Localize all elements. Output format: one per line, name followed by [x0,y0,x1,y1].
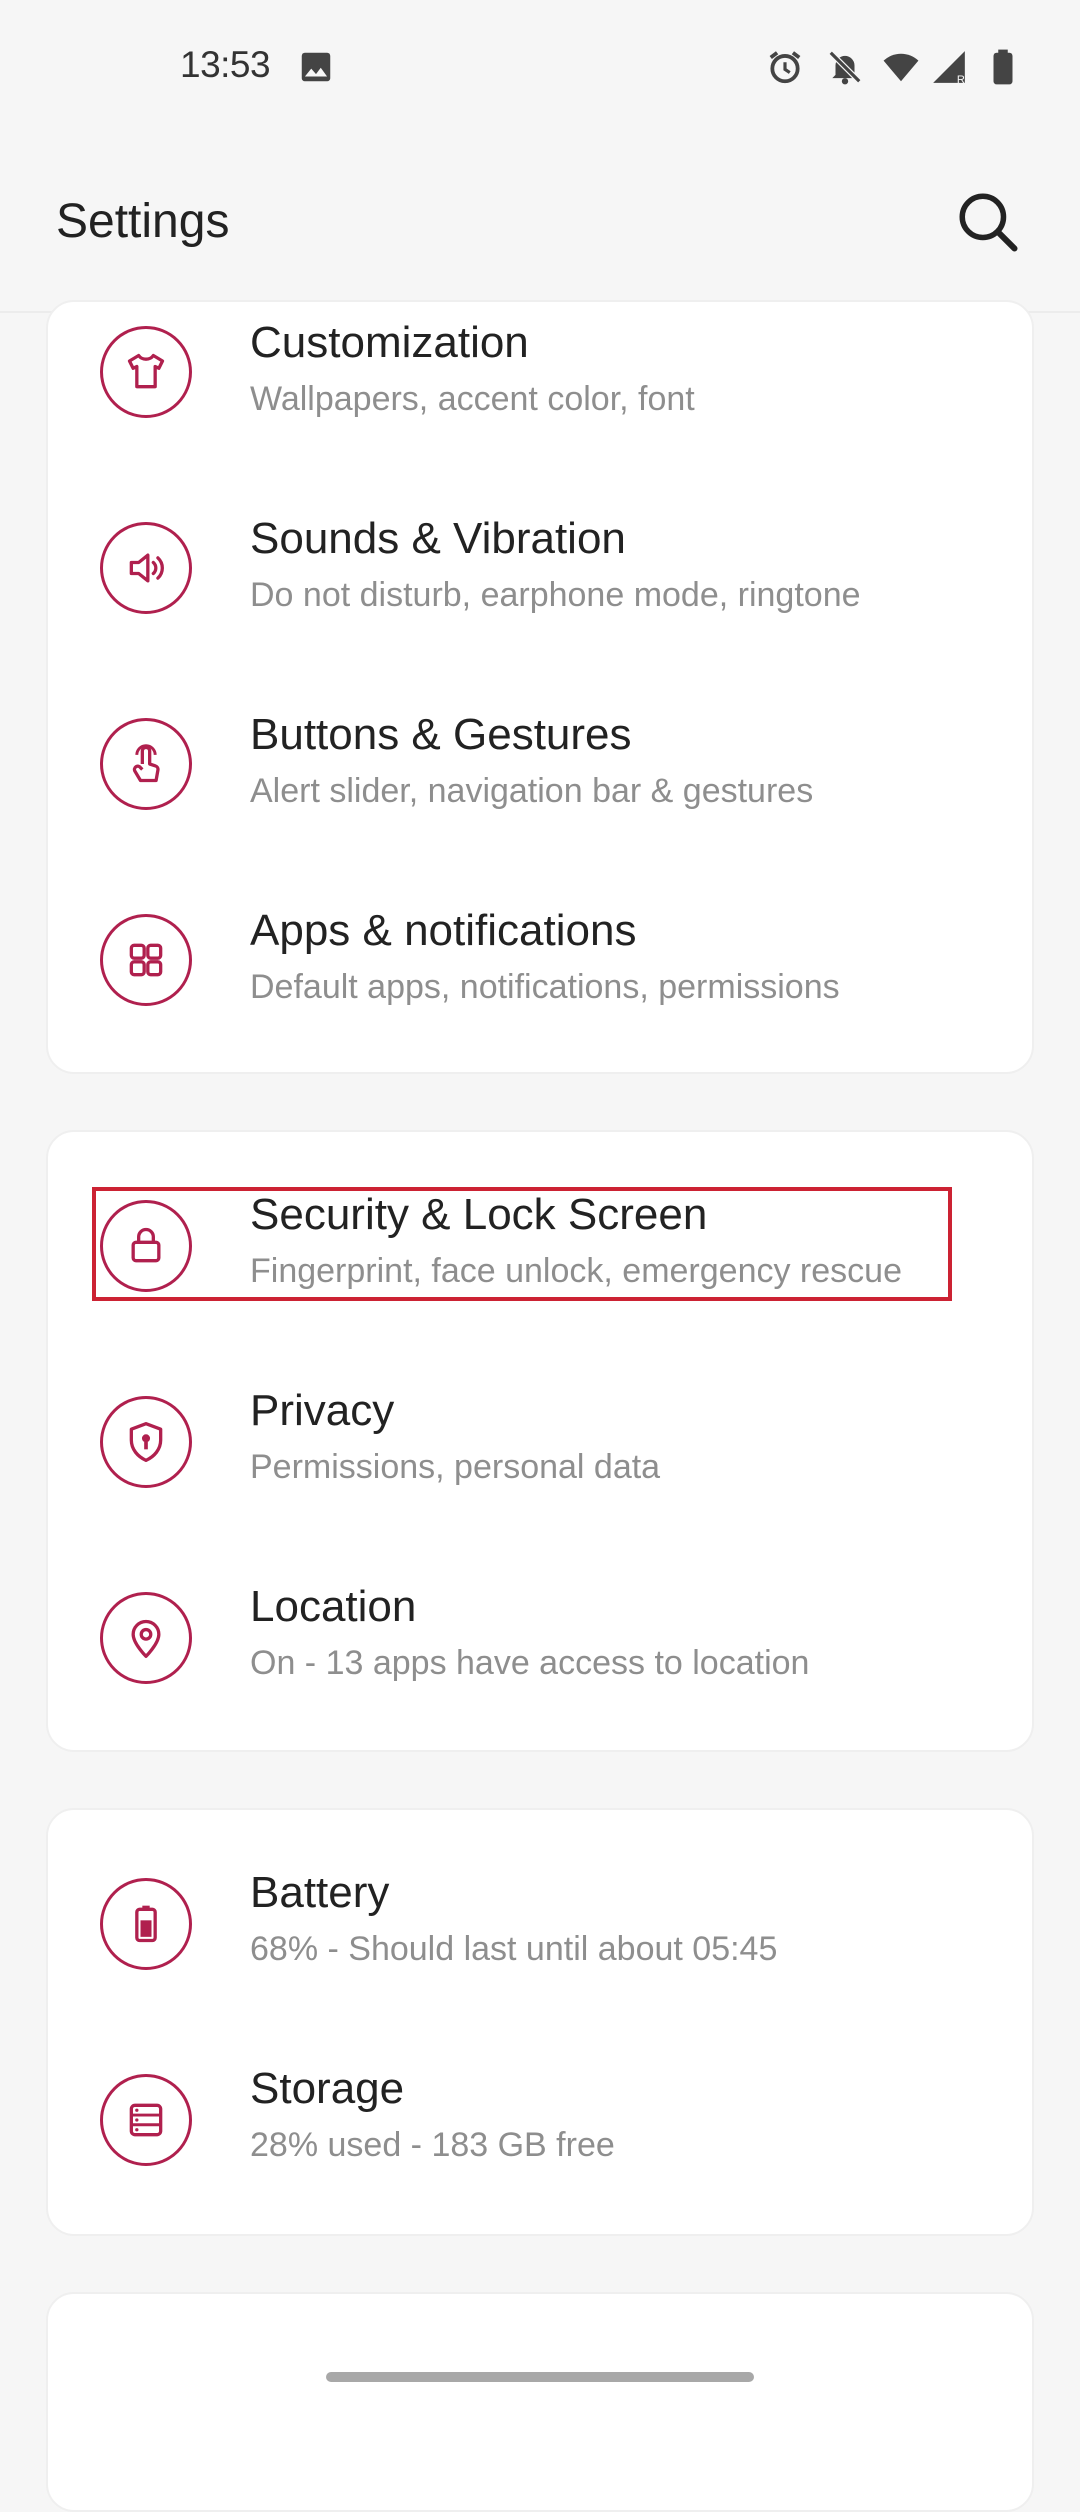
image-icon [297,48,335,86]
battery-status-icon [984,48,1022,86]
settings-item-sounds[interactable]: Sounds & Vibration Do not disturb, earph… [48,498,1032,694]
item-subtitle: Default apps, notifications, permissions [250,968,840,1006]
settings-item-storage[interactable]: Storage 28% used - 183 GB free [48,2006,1032,2202]
home-indicator[interactable] [326,2372,754,2382]
wifi-icon [882,48,920,86]
search-button[interactable] [954,188,1020,254]
gesture-icon [100,718,192,810]
item-title: Privacy [250,1386,395,1435]
location-pin-icon [100,1592,192,1684]
settings-section-3: Battery 68% - Should last until about 05… [46,1808,1034,2236]
alarm-icon [766,48,804,86]
shirt-icon [100,326,192,418]
page-title: Settings [56,195,230,248]
item-subtitle: Do not disturb, earphone mode, ringtone [250,576,861,614]
settings-item-location[interactable]: Location On - 13 apps have access to loc… [48,1524,1032,1720]
settings-section-4 [46,2292,1034,2512]
settings-item-customization[interactable]: Customization Wallpapers, accent color, … [48,302,1032,498]
item-title: Storage [250,2064,405,2113]
apps-grid-icon [100,914,192,1006]
search-icon [959,193,1018,252]
settings-item-battery[interactable]: Battery 68% - Should last until about 05… [48,1810,1032,2006]
signal-icon: R [930,48,968,86]
notifications-off-icon [826,48,864,86]
item-title: Customization [250,318,529,367]
item-subtitle: Permissions, personal data [250,1448,661,1486]
item-subtitle: 28% used - 183 GB free [250,2126,615,2164]
item-subtitle: On - 13 apps have access to location [250,1644,810,1682]
svg-text:R: R [957,74,965,86]
settings-item-apps-notifications[interactable]: Apps & notifications Default apps, notif… [48,890,1032,1086]
status-time: 13:53 [180,44,271,85]
storage-icon [100,2074,192,2166]
item-title: Buttons & Gestures [250,710,632,759]
status-bar: 13:53 R [0,0,1080,138]
item-title: Apps & notifications [250,906,637,955]
settings-section-1: Customization Wallpapers, accent color, … [46,300,1034,1074]
item-subtitle: Wallpapers, accent color, font [250,380,695,418]
privacy-shield-icon [100,1396,192,1488]
item-title: Sounds & Vibration [250,514,626,563]
item-subtitle: 68% - Should last until about 05:45 [250,1930,778,1968]
speaker-icon [100,522,192,614]
item-subtitle: Alert slider, navigation bar & gestures [250,772,814,810]
highlight-box [92,1187,952,1301]
battery-icon [100,1878,192,1970]
item-title: Battery [250,1868,390,1917]
item-title: Location [250,1582,417,1631]
app-bar: Settings [0,138,1080,313]
settings-item-privacy[interactable]: Privacy Permissions, personal data [48,1328,1032,1524]
settings-item-buttons-gestures[interactable]: Buttons & Gestures Alert slider, navigat… [48,694,1032,890]
